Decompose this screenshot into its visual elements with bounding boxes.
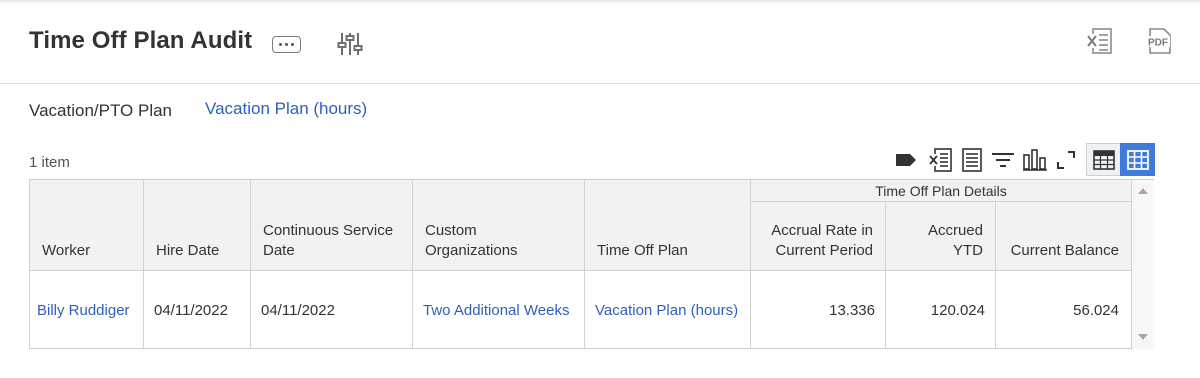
cell-current-balance: 56.024 bbox=[996, 271, 1132, 349]
prompt-label: Vacation/PTO Plan bbox=[29, 101, 173, 120]
fullscreen-icon[interactable] bbox=[1052, 143, 1080, 177]
column-header-time-off-plan[interactable]: Time Off Plan bbox=[585, 180, 751, 271]
cell-accrued-ytd: 120.024 bbox=[886, 271, 996, 349]
column-header-worker[interactable]: Worker bbox=[30, 180, 144, 271]
table-view-icon[interactable] bbox=[1086, 143, 1121, 176]
column-header-custom-organizations[interactable]: Custom Organizations bbox=[413, 180, 585, 271]
column-header-current-balance[interactable]: Current Balance bbox=[996, 202, 1132, 271]
related-actions-button[interactable] bbox=[272, 36, 301, 53]
column-header-hire-date[interactable]: Hire Date bbox=[144, 180, 251, 271]
sliders-icon[interactable] bbox=[337, 31, 363, 62]
vertical-scrollbar[interactable] bbox=[1132, 180, 1154, 349]
chart-icon[interactable] bbox=[1021, 143, 1049, 177]
group-header-time-off-plan-details: Time Off Plan Details bbox=[751, 180, 1132, 202]
grid-view-icon[interactable] bbox=[1120, 143, 1155, 176]
cell-time-off-plan-link[interactable]: Vacation Plan (hours) bbox=[585, 271, 751, 349]
scroll-down-arrow-icon[interactable] bbox=[1138, 334, 1148, 340]
pdf-export-icon[interactable]: PDF bbox=[1146, 27, 1172, 60]
pdf-label: PDF bbox=[1148, 38, 1168, 49]
cell-continuous-service-date: 04/11/2022 bbox=[251, 271, 413, 349]
list-view-icon[interactable] bbox=[958, 143, 986, 177]
page-header: Time Off Plan Audit PDF bbox=[0, 0, 1200, 84]
item-count: 1 item bbox=[29, 154, 70, 171]
prompt-value-link[interactable]: Vacation Plan (hours) bbox=[205, 99, 367, 119]
excel-icon[interactable] bbox=[926, 143, 954, 177]
cell-custom-organizations-link[interactable]: Two Additional Weeks bbox=[413, 271, 585, 349]
column-header-accrued-ytd[interactable]: Accrued YTD bbox=[886, 202, 996, 271]
cell-accrual-rate: 13.336 bbox=[751, 271, 886, 349]
audit-grid: Worker Hire Date Continuous Service Date… bbox=[29, 179, 1154, 349]
tag-icon[interactable] bbox=[892, 143, 920, 177]
excel-export-icon[interactable] bbox=[1085, 27, 1113, 60]
cell-hire-date: 04/11/2022 bbox=[144, 271, 251, 349]
scroll-up-arrow-icon[interactable] bbox=[1138, 188, 1148, 194]
page-title: Time Off Plan Audit bbox=[29, 27, 253, 54]
cell-worker-link[interactable]: Billy Ruddiger bbox=[30, 271, 144, 349]
ellipsis-icon bbox=[279, 43, 282, 46]
column-header-continuous-service-date[interactable]: Continuous Service Date bbox=[251, 180, 413, 271]
column-header-accrual-rate[interactable]: Accrual Rate in Current Period bbox=[751, 202, 886, 271]
filter-icon[interactable] bbox=[989, 143, 1017, 177]
